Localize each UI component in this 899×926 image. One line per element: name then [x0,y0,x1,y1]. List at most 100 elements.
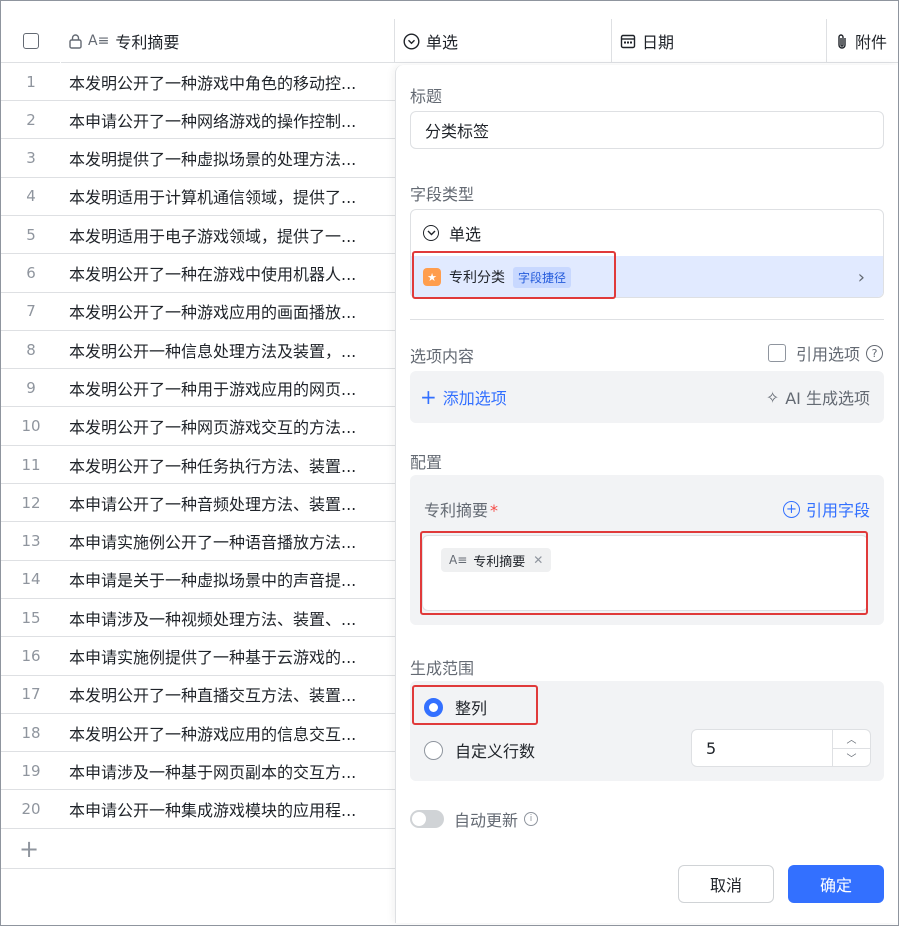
record-table: 1 本发明公开了一种游戏中角色的移动控... 2 本申请公开了一种网络游戏的操作控制.… [1,1,395,925]
summary-cell[interactable]: 本发明公开了一种游戏中角色的移动控... [61,70,387,94]
table-row[interactable]: 9 本发明公开了一种用于游戏应用的网页... [1,369,395,408]
divider [410,319,884,320]
row-number: 12 [21,493,41,512]
row-number: 10 [21,417,41,436]
summary-cell[interactable]: 本申请公开一种集成游戏模块的应用程... [61,797,387,821]
circle-chevron-icon [423,225,439,241]
summary-cell[interactable]: 本发明公开了一种直播交互方法、装置... [61,682,387,706]
field-type-current[interactable]: 单选 [411,210,883,256]
ref-options-checkbox[interactable] [767,344,786,362]
chevron-up-icon[interactable]: ︿ [833,730,870,748]
info-icon[interactable]: i [524,812,539,826]
table-row[interactable]: 3 本发明提供了一种虚拟场景的处理方法... [1,140,395,178]
column-header-single[interactable]: 单选 [395,19,612,63]
field-type-select[interactable]: 单选 ★ 专利分类 字段捷径 › [410,209,884,298]
add-option-button[interactable]: + 添加选项 [420,385,507,409]
patent-icon: ★ [423,268,441,286]
chevron-down-icon[interactable]: ﹀ [833,747,870,767]
table-row[interactable]: 16 本申请实施例提供了一种基于云游戏的... [1,638,395,676]
range-custom-label: 自定义行数 [455,742,536,761]
table-row[interactable]: 2 本申请公开了一种网络游戏的操作控制... [1,101,395,140]
title-input[interactable]: 分类标签 [410,111,884,149]
column-header-date[interactable]: 日期 [612,19,827,63]
table-row[interactable]: 18 本发明公开了一种游戏应用的信息交互... [1,714,395,753]
help-icon[interactable]: ? [866,344,883,362]
radio-checked[interactable] [424,697,443,717]
summary-cell[interactable]: 本申请公开了一种网络游戏的操作控制... [61,108,387,132]
range-custom-option[interactable]: 自定义行数 [424,738,535,762]
row-number: 15 [21,608,41,627]
table-row[interactable]: 20 本申请公开一种集成游戏模块的应用程... [1,791,395,829]
summary-cell[interactable]: 本发明公开了一种游戏应用的信息交互... [61,721,387,745]
column-title-attach: 附件 [855,33,888,52]
summary-cell[interactable]: 本发明提供了一种虚拟场景的处理方法... [61,146,387,170]
table-row[interactable]: 6 本发明公开了一种在游戏中使用机器人... [1,255,395,293]
row-number: 11 [21,455,41,474]
ai-generate-button[interactable]: ✧ AI 生成选项 [766,385,870,409]
range-box: 整列 自定义行数 5 ︿ ﹀ [410,681,884,781]
field-shortcut-suggestion[interactable]: ★ 专利分类 字段捷径 › [411,256,883,297]
table-row[interactable]: 4 本发明适用于计算机通信领域，提供了... [1,178,395,216]
plus-icon: + [420,385,437,409]
config-field-label: 专利摘要 * [424,497,498,521]
summary-cell[interactable]: 本申请涉及一种视频处理方法、装置、... [61,606,387,630]
range-all-label: 整列 [455,699,488,718]
ref-field-button[interactable]: + 引用字段 [782,497,870,521]
shortcut-tag: 字段捷径 [513,266,572,288]
summary-cell[interactable]: 本发明公开了一种任务执行方法、装置... [61,453,387,477]
range-all-option[interactable]: 整列 [424,695,487,719]
summary-cell[interactable]: 本发明适用于电子游戏领域，提供了一... [61,223,387,247]
add-option-label: 添加选项 [442,389,507,408]
title-label: 标题 [410,87,443,106]
table-row[interactable]: 1 本发明公开了一种游戏中角色的移动控... [1,63,395,101]
table-row[interactable]: 19 本申请涉及一种基于网页副本的交互方... [1,752,395,791]
summary-cell[interactable]: 本发明公开了一种在游戏中使用机器人... [61,261,387,285]
summary-cell[interactable]: 本发明公开了一种用于游戏应用的网页... [61,376,387,400]
plus-circle-icon: + [782,500,800,518]
field-chip[interactable]: A≡ 专利摘要 ✕ [441,548,552,572]
row-number: 18 [21,723,41,742]
row-number: 6 [26,264,36,282]
summary-cell[interactable]: 本申请实施例提供了一种基于云游戏的... [61,644,387,668]
cancel-button[interactable]: 取消 [678,865,774,903]
row-number: 8 [26,340,36,359]
chip-label: 专利摘要 [473,554,526,570]
table-row[interactable]: 11 本发明公开了一种任务执行方法、装置... [1,446,395,484]
close-icon[interactable]: ✕ [533,553,543,567]
row-number: 7 [26,302,36,321]
row-number: 13 [21,532,41,551]
field-type-label: 字段类型 [410,185,475,204]
add-row-button[interactable]: + [1,829,395,869]
ref-options-toggle[interactable]: 引用选项 ? [767,341,883,365]
confirm-button[interactable]: 确定 [788,865,884,903]
radio-unchecked[interactable] [424,740,443,760]
row-number: 14 [21,570,41,589]
summary-cell[interactable]: 本发明公开了一种游戏应用的画面播放... [61,299,387,323]
column-header-attach[interactable]: 附件 [827,19,898,63]
summary-cell[interactable]: 本申请涉及一种基于网页副本的交互方... [61,759,387,783]
summary-cell[interactable]: 本申请实施例公开了一种语音播放方法... [61,529,387,553]
auto-update-switch[interactable] [410,810,444,828]
auto-update-row: 自动更新 i [410,807,539,831]
table-row[interactable]: 5 本发明适用于电子游戏领域，提供了一... [1,216,395,255]
table-row[interactable]: 15 本申请涉及一种视频处理方法、装置、... [1,599,395,638]
summary-cell[interactable]: 本申请公开了一种音频处理方法、装置... [61,491,387,515]
custom-rows-input[interactable]: 5 ︿ ﹀ [691,729,871,767]
circle-chevron-icon [403,32,420,50]
table-row[interactable]: 12 本申请公开了一种音频处理方法、装置... [1,484,395,523]
summary-cell[interactable]: 本发明适用于计算机通信领域，提供了... [61,184,387,208]
source-field-input[interactable]: A≡ 专利摘要 ✕ [422,535,868,611]
table-row[interactable]: 14 本申请是关于一种虚拟场景中的声音提... [1,561,395,599]
summary-cell[interactable]: 本申请是关于一种虚拟场景中的声音提... [61,567,387,591]
table-row[interactable]: 8 本发明公开一种信息处理方法及装置，... [1,331,395,370]
ref-field-label: 引用字段 [805,501,870,520]
summary-cell[interactable]: 本发明公开一种信息处理方法及装置，... [61,338,387,362]
field-config-panel: 标题 分类标签 字段类型 单选 ★ 专利分类 字段捷径 › 选项内容 引用选项 … [395,65,898,923]
table-row[interactable]: 10 本发明公开了一种网页游戏交互的方法... [1,408,395,446]
table-row[interactable]: 7 本发明公开了一种游戏应用的画面播放... [1,293,395,331]
table-row[interactable]: 17 本发明公开了一种直播交互方法、装置... [1,676,395,714]
summary-cell[interactable]: 本发明公开了一种网页游戏交互的方法... [61,414,387,438]
rows-stepper[interactable]: ︿ ﹀ [832,730,870,766]
sparkle-icon: ✧ [765,387,780,407]
table-row[interactable]: 13 本申请实施例公开了一种语音播放方法... [1,523,395,561]
